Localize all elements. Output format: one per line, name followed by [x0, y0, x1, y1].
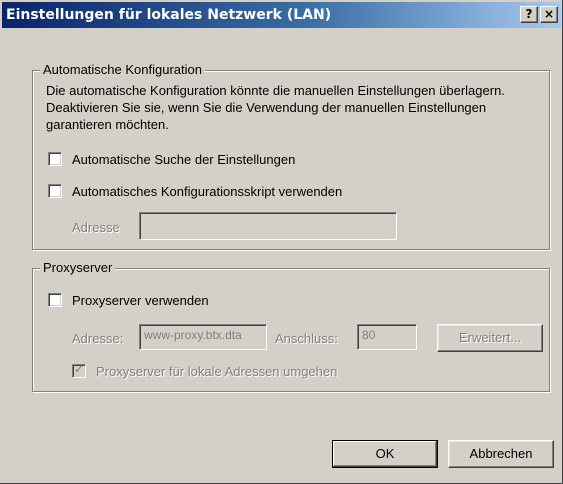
proxy-address-label: Adresse:	[72, 331, 124, 346]
use-proxy-checkbox-row[interactable]: Proxyserver verwenden	[48, 291, 209, 309]
advanced-button[interactable]: Erweitert...	[437, 324, 543, 352]
script-address-input[interactable]	[139, 212, 397, 240]
bypass-local-checkbox[interactable]: ✓	[72, 362, 86, 378]
auto-detect-label: Automatische Suche der Einstellungen	[72, 151, 296, 167]
bypass-local-label: Proxyserver für lokale Adressen umgehen	[96, 363, 338, 379]
proxy-port-label: Anschluss:	[275, 331, 338, 346]
proxy-legend: Proxyserver	[40, 260, 116, 276]
bypass-local-checkbox-row[interactable]: ✓ Proxyserver für lokale Adressen umgehe…	[72, 362, 337, 380]
checkmark-icon: ✓	[73, 362, 85, 376]
script-address-label: Adresse	[72, 220, 120, 235]
use-script-checkbox-row[interactable]: Automatisches Konfigurationsskript verwe…	[48, 182, 342, 200]
title-bar[interactable]: Einstellungen für lokales Netzwerk (LAN)	[2, 2, 561, 28]
use-proxy-checkbox[interactable]	[48, 293, 62, 307]
proxy-port-input[interactable]: 80	[357, 324, 417, 350]
window-title: Einstellungen für lokales Netzwerk (LAN)	[6, 7, 332, 23]
use-script-checkbox[interactable]	[48, 184, 62, 198]
use-proxy-label: Proxyserver verwenden	[72, 292, 209, 308]
use-script-label: Automatisches Konfigurationsskript verwe…	[72, 183, 343, 199]
cancel-button[interactable]: Abbrechen	[448, 440, 554, 468]
auto-detect-checkbox[interactable]	[48, 152, 62, 166]
auto-config-legend: Automatische Konfiguration	[40, 62, 205, 78]
ok-button[interactable]: OK	[332, 440, 438, 468]
lan-settings-dialog: Einstellungen für lokales Netzwerk (LAN)…	[0, 0, 563, 484]
help-icon[interactable]: ?	[520, 6, 538, 23]
proxy-address-input[interactable]: www-proxy.btx.dta	[139, 324, 267, 350]
auto-config-description: Die automatische Konfiguration könnte di…	[46, 83, 505, 132]
auto-detect-checkbox-row[interactable]: Automatische Suche der Einstellungen	[48, 150, 295, 168]
close-icon[interactable]: ×	[540, 6, 558, 23]
